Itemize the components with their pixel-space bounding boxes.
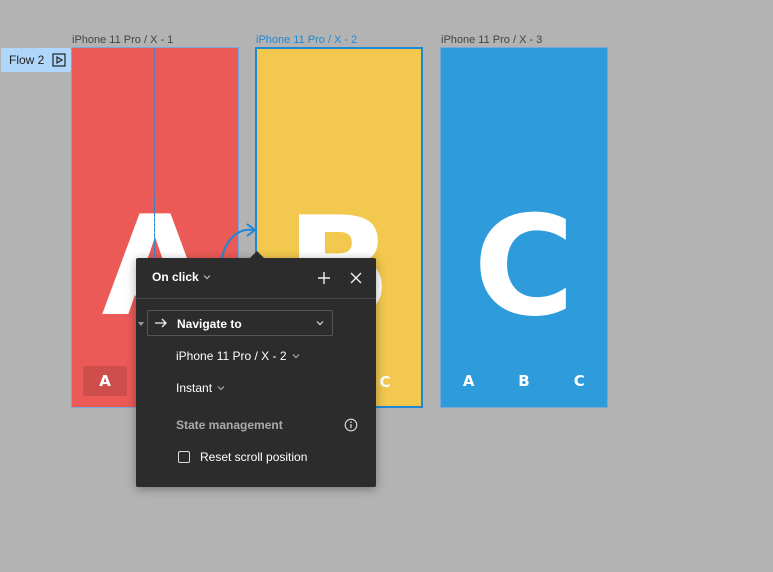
tab-c[interactable]: C [557, 366, 601, 396]
tab-b[interactable]: B [502, 366, 546, 396]
arrow-right-icon [155, 318, 167, 328]
trigger-dropdown[interactable]: On click [152, 270, 211, 284]
interaction-popover: On click Navigate to iPhone 11 Pro / X -… [136, 251, 376, 487]
state-management-heading: State management [176, 418, 283, 432]
action-label: Navigate to [177, 317, 242, 331]
flow-name: Flow 2 [9, 53, 45, 67]
tab-a[interactable]: A [447, 366, 491, 396]
frame-label-3[interactable]: iPhone 11 Pro / X - 3 [441, 34, 542, 46]
reset-scroll-label: Reset scroll position [200, 450, 308, 464]
collapse-caret-icon[interactable] [137, 320, 145, 328]
destination-label: iPhone 11 Pro / X - 2 [176, 349, 287, 363]
frame-3[interactable]: C A B C [440, 47, 608, 408]
chevron-down-icon [316, 321, 324, 326]
trigger-label: On click [152, 270, 199, 284]
popover-header: On click [136, 258, 376, 299]
tab-a[interactable]: A [83, 366, 127, 396]
animation-label: Instant [176, 381, 213, 395]
animation-dropdown[interactable]: Instant [176, 381, 225, 395]
chevron-down-icon [292, 354, 299, 359]
reset-scroll-checkbox[interactable] [178, 451, 190, 463]
chevron-down-icon [217, 386, 225, 391]
reset-scroll-option[interactable]: Reset scroll position [178, 450, 307, 464]
plus-icon[interactable] [316, 270, 332, 286]
frame-3-letter: C [473, 186, 575, 347]
destination-dropdown[interactable]: iPhone 11 Pro / X - 2 [176, 349, 300, 363]
chevron-down-icon [203, 275, 211, 280]
flow-start-label[interactable]: Flow 2 [1, 48, 71, 72]
info-icon[interactable] [344, 418, 358, 432]
close-icon[interactable] [348, 270, 364, 286]
frame-label-2[interactable]: iPhone 11 Pro / X - 2 [256, 34, 357, 46]
frame-label-1[interactable]: iPhone 11 Pro / X - 1 [72, 34, 173, 46]
play-flow-icon[interactable] [52, 53, 66, 67]
action-dropdown[interactable]: Navigate to [147, 310, 333, 336]
